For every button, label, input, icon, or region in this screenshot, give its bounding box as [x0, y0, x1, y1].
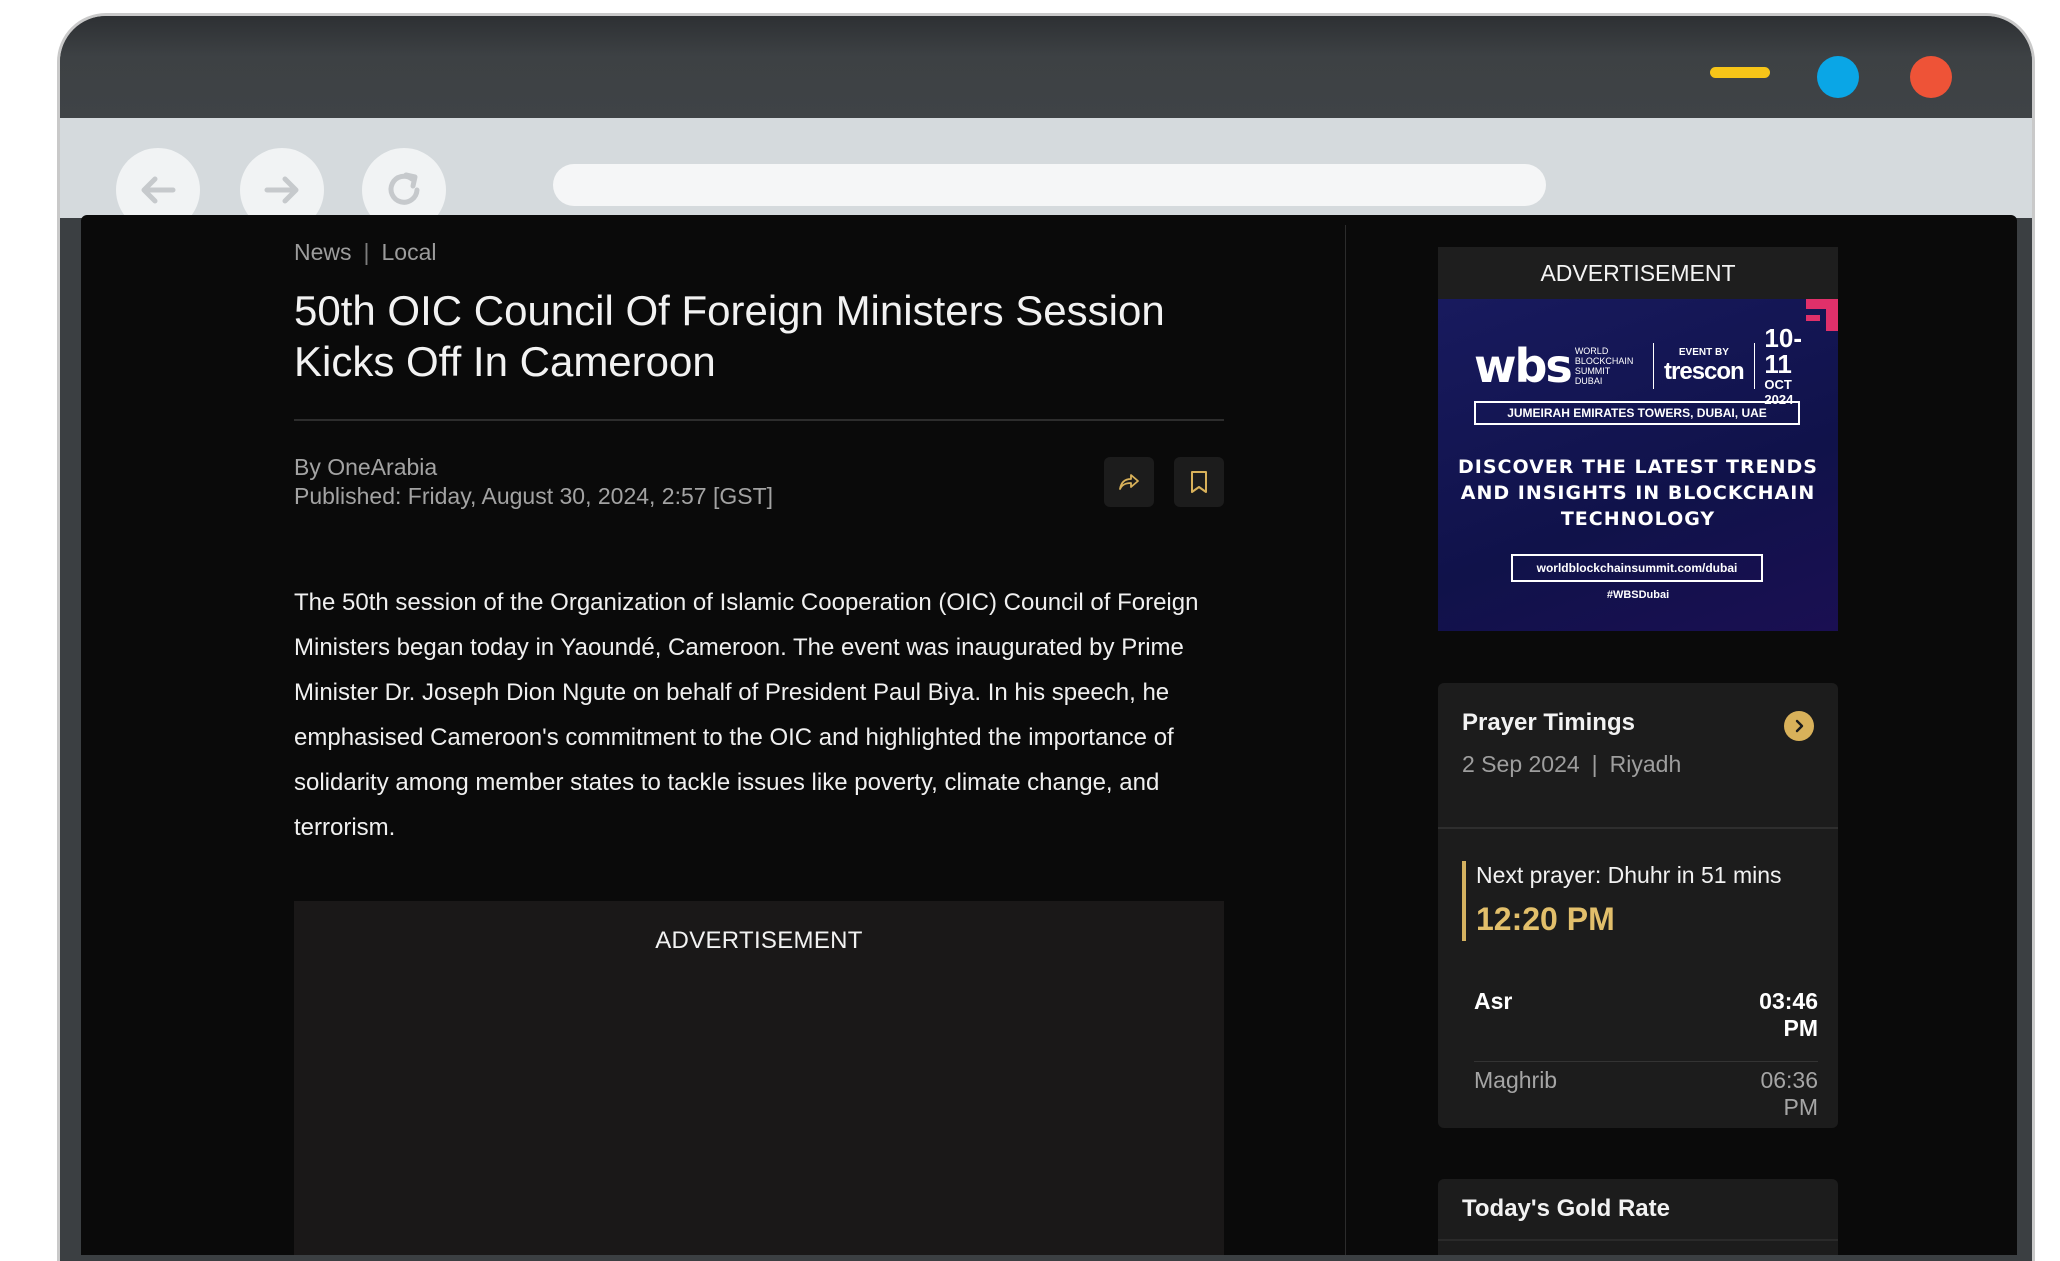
published-date: Published: Friday, August 30, 2024, 2:57…: [294, 483, 774, 509]
prayer-time: 06:36 PM: [1760, 1067, 1818, 1121]
breadcrumb: News | Local: [294, 239, 436, 266]
prayer-time-period: PM: [1783, 1094, 1819, 1120]
prayer-timings-widget: Prayer Timings 2 Sep 2024 | Riyadh Next …: [1438, 683, 1838, 1128]
article-meta: By OneArabia Published: Friday, August 3…: [294, 453, 773, 511]
address-bar[interactable]: [553, 164, 1546, 206]
prayer-meta: 2 Sep 2024 | Riyadh: [1462, 751, 1681, 778]
breadcrumb-news[interactable]: News: [294, 239, 352, 266]
column-divider: [1345, 225, 1346, 1255]
prayer-meta-separator: |: [1591, 751, 1598, 777]
wbs-logo: wbs: [1474, 339, 1573, 393]
share-icon: [1119, 474, 1139, 490]
banner-headline: DISCOVER THE LATEST TRENDS AND INSIGHTS …: [1458, 456, 1818, 530]
maximize-button[interactable]: [1817, 56, 1859, 98]
article-actions: [1104, 457, 1224, 507]
reload-icon: [388, 172, 420, 205]
minimize-button[interactable]: [1710, 67, 1770, 78]
prayer-city: Riyadh: [1609, 751, 1682, 777]
blockchain-summit-banner[interactable]: wbs WORLD BLOCKCHAIN SUMMIT DUBAI EVENT …: [1438, 299, 1838, 631]
prayer-name: Asr: [1474, 988, 1513, 1014]
prayer-more-button[interactable]: [1784, 711, 1814, 741]
banner-url[interactable]: worldblockchainsummit.com/dubai: [1511, 554, 1763, 582]
wbs-logo-city: DUBAI: [1574, 376, 1603, 386]
prayer-time-value: 06:36: [1760, 1067, 1818, 1093]
prayer-time-period: PM: [1783, 1015, 1819, 1041]
next-prayer: Next prayer: Dhuhr in 51 mins 12:20 PM: [1462, 861, 1822, 941]
breadcrumb-separator: |: [363, 239, 370, 265]
prayer-divider: [1438, 827, 1838, 829]
gold-rate-widget: Today's Gold Rate: [1438, 1179, 1838, 1255]
prayer-time: 03:46 PM: [1759, 988, 1818, 1042]
logo-separator-2: [1753, 343, 1755, 389]
gold-rate-divider: [1438, 1239, 1838, 1241]
prayer-name: Maghrib: [1474, 1067, 1558, 1093]
sidebar-ad-label: ADVERTISEMENT: [1438, 247, 1838, 299]
sidebar-ad: ADVERTISEMENT wbs WORLD BLOCKCHAIN SUMMI…: [1438, 247, 1838, 631]
page-viewport: News | Local 50th OIC Council Of Foreign…: [81, 215, 2017, 1255]
next-prayer-time: 12:20 PM: [1476, 901, 1615, 937]
banner-logo-row: wbs WORLD BLOCKCHAIN SUMMIT DUBAI EVENT …: [1474, 325, 1802, 407]
event-dates: 10-11 OCT 2024: [1764, 325, 1802, 407]
title-bar: [60, 16, 2032, 118]
event-by: EVENT BY trescon: [1664, 346, 1745, 386]
banner-hashtag: #WBSDubai: [1606, 589, 1670, 601]
article-headline: 50th OIC Council Of Foreign Ministers Se…: [294, 287, 1165, 385]
arrow-right-icon: [264, 176, 299, 204]
prayer-row-divider: [1474, 1061, 1818, 1062]
close-button[interactable]: [1910, 56, 1952, 98]
ad-label: ADVERTISEMENT: [655, 927, 863, 954]
wbs-logo-small: WORLD BLOCKCHAIN SUMMIT DUBAI: [1575, 346, 1634, 386]
prayer-title: Prayer Timings: [1462, 709, 1635, 736]
event-venue: JUMEIRAH EMIRATES TOWERS, DUBAI, UAE: [1474, 401, 1800, 425]
prayer-time-value: 03:46: [1759, 988, 1818, 1014]
prayer-row-asr: Asr 03:46 PM: [1474, 988, 1818, 1042]
next-prayer-label: Next prayer: Dhuhr in 51 mins: [1476, 862, 1782, 888]
breadcrumb-local[interactable]: Local: [382, 239, 437, 266]
event-days: 10-11: [1764, 323, 1802, 379]
gold-rate-title: Today's Gold Rate: [1462, 1195, 1670, 1222]
prayer-date: 2 Sep 2024: [1462, 751, 1580, 777]
headline-divider: [294, 419, 1224, 421]
prayer-row-maghrib: Maghrib 06:36 PM: [1474, 1067, 1818, 1121]
inline-ad[interactable]: ADVERTISEMENT: [294, 901, 1224, 1255]
author-byline: By OneArabia: [294, 454, 438, 480]
chevron-right-icon: [1795, 719, 1804, 733]
browser-toolbar: [60, 118, 2032, 232]
arrow-left-icon: [141, 176, 176, 204]
share-button[interactable]: [1104, 457, 1154, 507]
bookmark-icon: [1191, 471, 1207, 493]
event-by-label: EVENT BY: [1678, 346, 1729, 358]
logo-separator: [1653, 343, 1655, 389]
wbs-logo-name: WORLD BLOCKCHAIN SUMMIT: [1574, 346, 1634, 376]
article-body: The 50th session of the Organization of …: [294, 589, 1199, 841]
bookmark-button[interactable]: [1174, 457, 1224, 507]
corner-decoration-icon: [1806, 299, 1838, 331]
organizer-logo: trescon: [1664, 357, 1745, 385]
